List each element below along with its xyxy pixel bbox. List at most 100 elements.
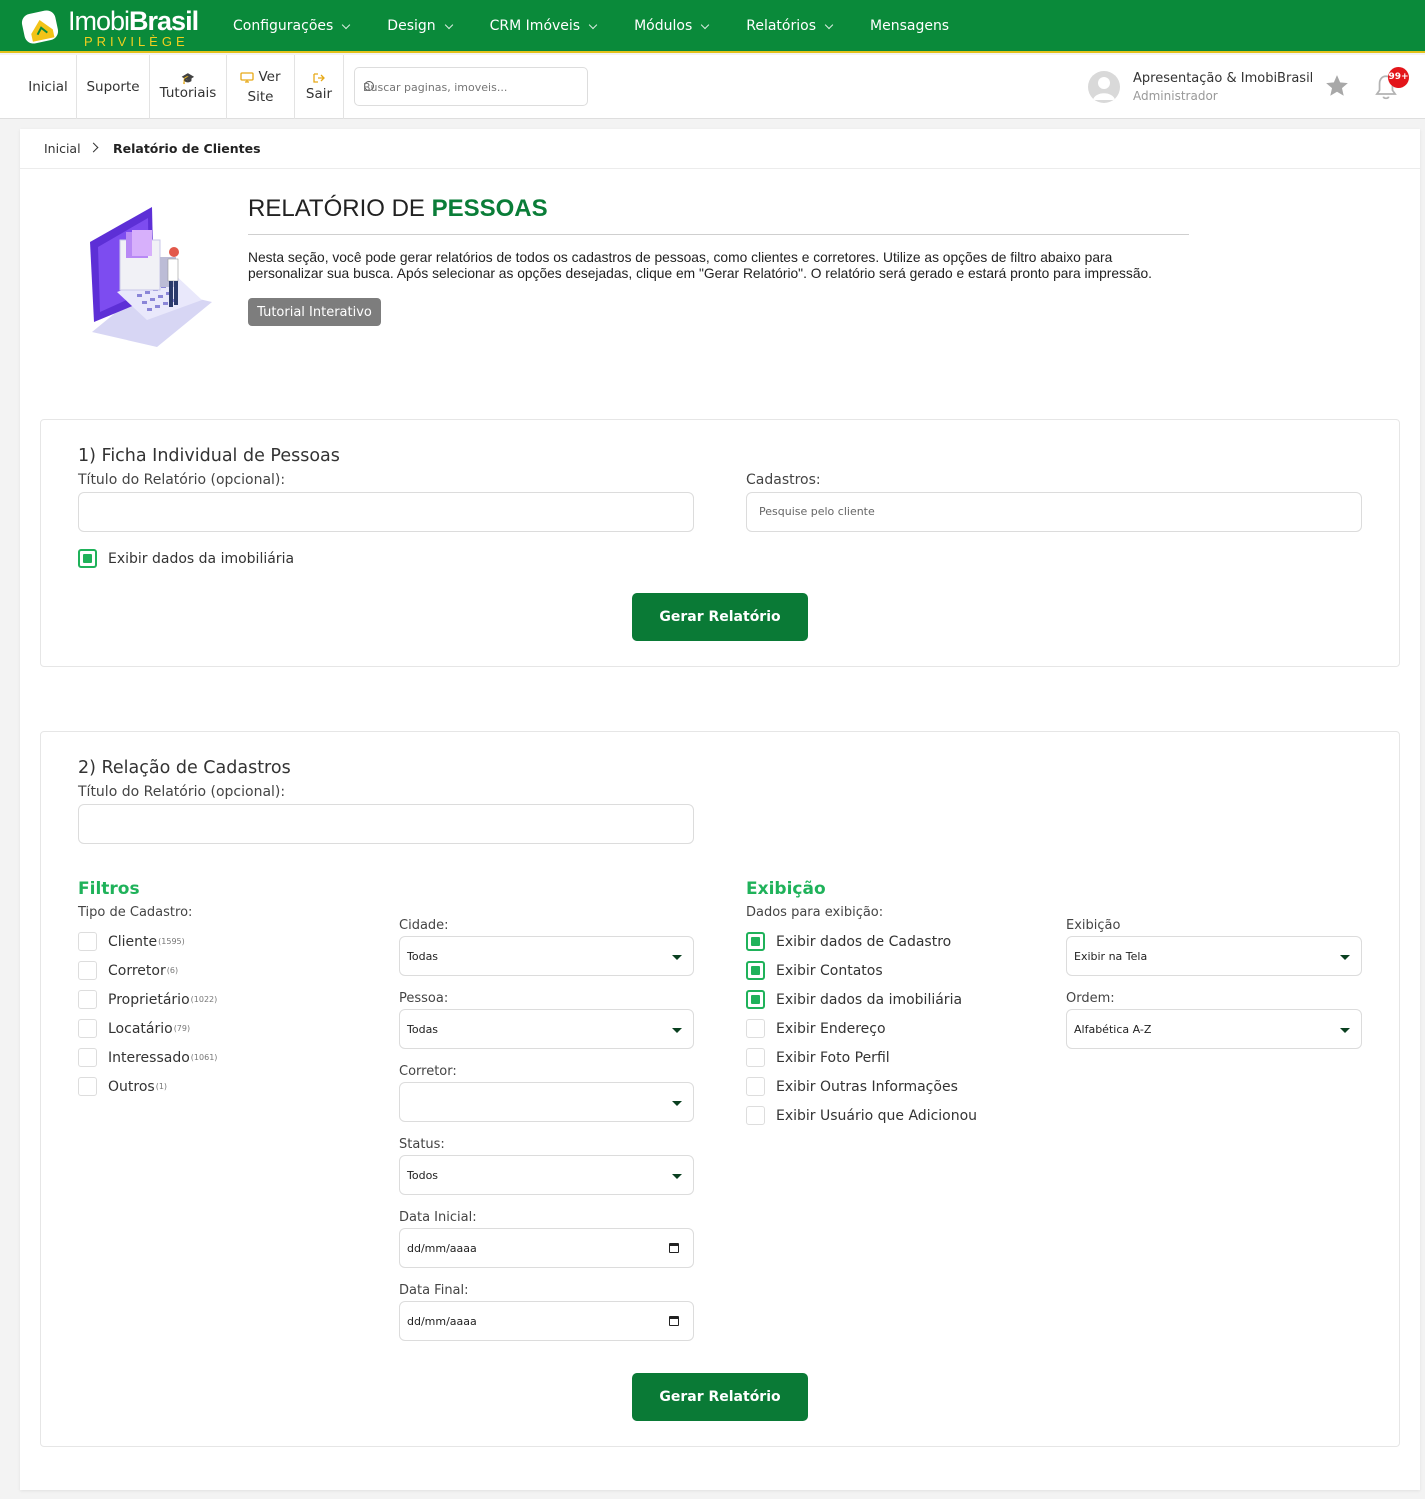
display-checkbox-row[interactable]: Exibir dados da imobiliária [746,990,962,1009]
report-illustration [90,207,212,347]
chevron-right-icon [88,142,99,153]
checkbox-checked[interactable] [746,990,765,1009]
show-agency-checkbox[interactable]: Exibir dados da imobiliária [78,549,294,568]
display-option-label: Exibir Contatos [776,962,883,979]
section2-title-input[interactable] [78,804,694,844]
corretor-select[interactable] [399,1082,694,1122]
display-checkbox-row[interactable]: Exibir Usuário que Adicionou [746,1106,977,1125]
display-checkbox-row[interactable]: Exibir dados de Cadastro [746,932,951,951]
nav-item-4[interactable]: Relatórios [746,0,834,53]
checkbox[interactable] [746,1106,765,1125]
tipo-count: (1061) [190,1053,218,1062]
ordem-select[interactable]: Alfabética A-Z [1066,1009,1362,1049]
search-input[interactable] [363,77,578,97]
user-silhouette-icon [1093,77,1115,100]
display-heading: Exibição [746,879,826,899]
nav-item-label: Módulos [634,18,693,34]
breadcrumb-current: Relatório de Clientes [113,141,261,156]
display-option-label: Exibir Usuário que Adicionou [776,1107,978,1124]
generate-report-button[interactable]: Gerar Relatório [632,593,808,641]
nav-item-label: Mensagens [870,18,950,34]
section1-title-input[interactable] [78,492,694,532]
calendar-icon[interactable] [669,1243,679,1253]
tipo-label: Proprietário [108,991,190,1008]
page-description: Nesta seção, você pode gerar relatórios … [248,250,1153,281]
generate-report-button[interactable]: Gerar Relatório [632,1373,808,1421]
caret-down-icon [1340,955,1350,960]
tipo-label: Outros [108,1078,155,1095]
checkbox-checked[interactable] [78,549,97,568]
quicklink-tutoriais[interactable]: 🎓 Tutoriais [150,55,227,119]
chevron-down-icon [588,20,598,29]
checkbox-label: Exibir dados da imobiliária [108,550,295,567]
individual-report-card: 1) Ficha Individual de Pessoas Título do… [40,419,1400,667]
breadcrumb-home[interactable]: Inicial [44,141,81,156]
display-checkbox-row[interactable]: Exibir Outras Informações [746,1077,958,1096]
display-checkbox-row[interactable]: Exibir Foto Perfil [746,1048,890,1067]
tipo-count: (6) [166,966,179,975]
display-checkbox-row[interactable]: Exibir Contatos [746,961,883,980]
nav-item-1[interactable]: Design [387,0,453,53]
brand-name: ImobiBrasil [68,6,199,36]
status-select[interactable]: Todos [399,1155,694,1195]
quick-toolbar: Inicial Suporte 🎓 Tutoriais Ver Site Sai… [0,55,1425,119]
cadastros-label: Cadastros: [746,472,821,488]
page-title: RELATÓRIO DE PESSOAS [248,195,548,222]
tipo-checkbox-row[interactable]: Interessado (1061) [78,1048,217,1067]
chevron-down-icon [701,20,710,29]
tutorial-button[interactable]: Tutorial Interativo [248,298,381,326]
caret-down-icon [672,1174,682,1179]
section2-title: 2) Relação de Cadastros [78,758,291,778]
cadastros-placeholder: Pesquise pelo cliente [759,505,875,518]
nav-item-3[interactable]: Módulos [634,0,710,53]
exibicao-select[interactable]: Exibir na Tela [1066,936,1362,976]
brand-logo[interactable]: ImobiBrasil PRIVILÈGE [18,4,199,50]
tipo-count: (1595) [158,937,185,946]
search-box [354,67,588,106]
nav-item-2[interactable]: CRM Imóveis [489,0,598,53]
checkbox-checked[interactable] [746,932,765,951]
quicklink-sair[interactable]: Sair [295,55,344,119]
nav-item-5[interactable]: Mensagens [870,0,949,53]
nav-item-label: CRM Imóveis [489,18,581,34]
tipo-checkbox-row[interactable]: Proprietário (1022) [78,990,217,1009]
cadastros-search-input[interactable]: Pesquise pelo cliente [746,492,1362,532]
section2-title-label: Título do Relatório (opcional): [78,784,286,800]
nav-item-label: Relatórios [746,18,816,34]
checkbox[interactable] [78,932,97,951]
checkbox[interactable] [78,961,97,980]
cidade-select[interactable]: Todas [399,936,694,976]
house-logo-icon [21,10,59,44]
display-option-label: Exibir dados da imobiliária [776,991,963,1008]
quicklink-inicial[interactable]: Inicial [20,55,77,119]
checkbox[interactable] [746,1048,765,1067]
quicklink-ver-site[interactable]: Ver Site [227,55,295,119]
checkbox-checked[interactable] [746,961,765,980]
checkbox[interactable] [78,1019,97,1038]
data-final-input[interactable]: dd/mm/aaaa [399,1301,694,1341]
quicklink-suporte[interactable]: Suporte [77,55,150,119]
checkbox[interactable] [746,1077,765,1096]
tipo-checkbox-row[interactable]: Locatário (79) [78,1019,190,1038]
section1-title: 1) Ficha Individual de Pessoas [78,446,340,466]
tipo-checkbox-row[interactable]: Corretor (6) [78,961,178,980]
caret-down-icon [672,955,682,960]
checkbox[interactable] [78,1077,97,1096]
tipo-checkbox-row[interactable]: Outros (1) [78,1077,167,1096]
checkbox[interactable] [746,1019,765,1038]
tipo-count: (1022) [190,995,218,1004]
display-checkbox-row[interactable]: Exibir Endereço [746,1019,886,1038]
favorite-star-icon[interactable] [1324,73,1350,99]
caret-down-icon [1340,1028,1350,1033]
pessoa-select[interactable]: Todas [399,1009,694,1049]
tipo-count: (79) [173,1024,191,1033]
nav-item-0[interactable]: Configurações [233,0,351,53]
calendar-icon[interactable] [669,1316,679,1326]
nav-item-label: Configurações [233,18,334,34]
checkbox[interactable] [78,990,97,1009]
checkbox[interactable] [78,1048,97,1067]
caret-down-icon [672,1028,682,1033]
data-inicial-input[interactable]: dd/mm/aaaa [399,1228,694,1268]
tipo-checkbox-row[interactable]: Cliente (1595) [78,932,185,951]
tipo-label: Corretor [108,962,166,979]
